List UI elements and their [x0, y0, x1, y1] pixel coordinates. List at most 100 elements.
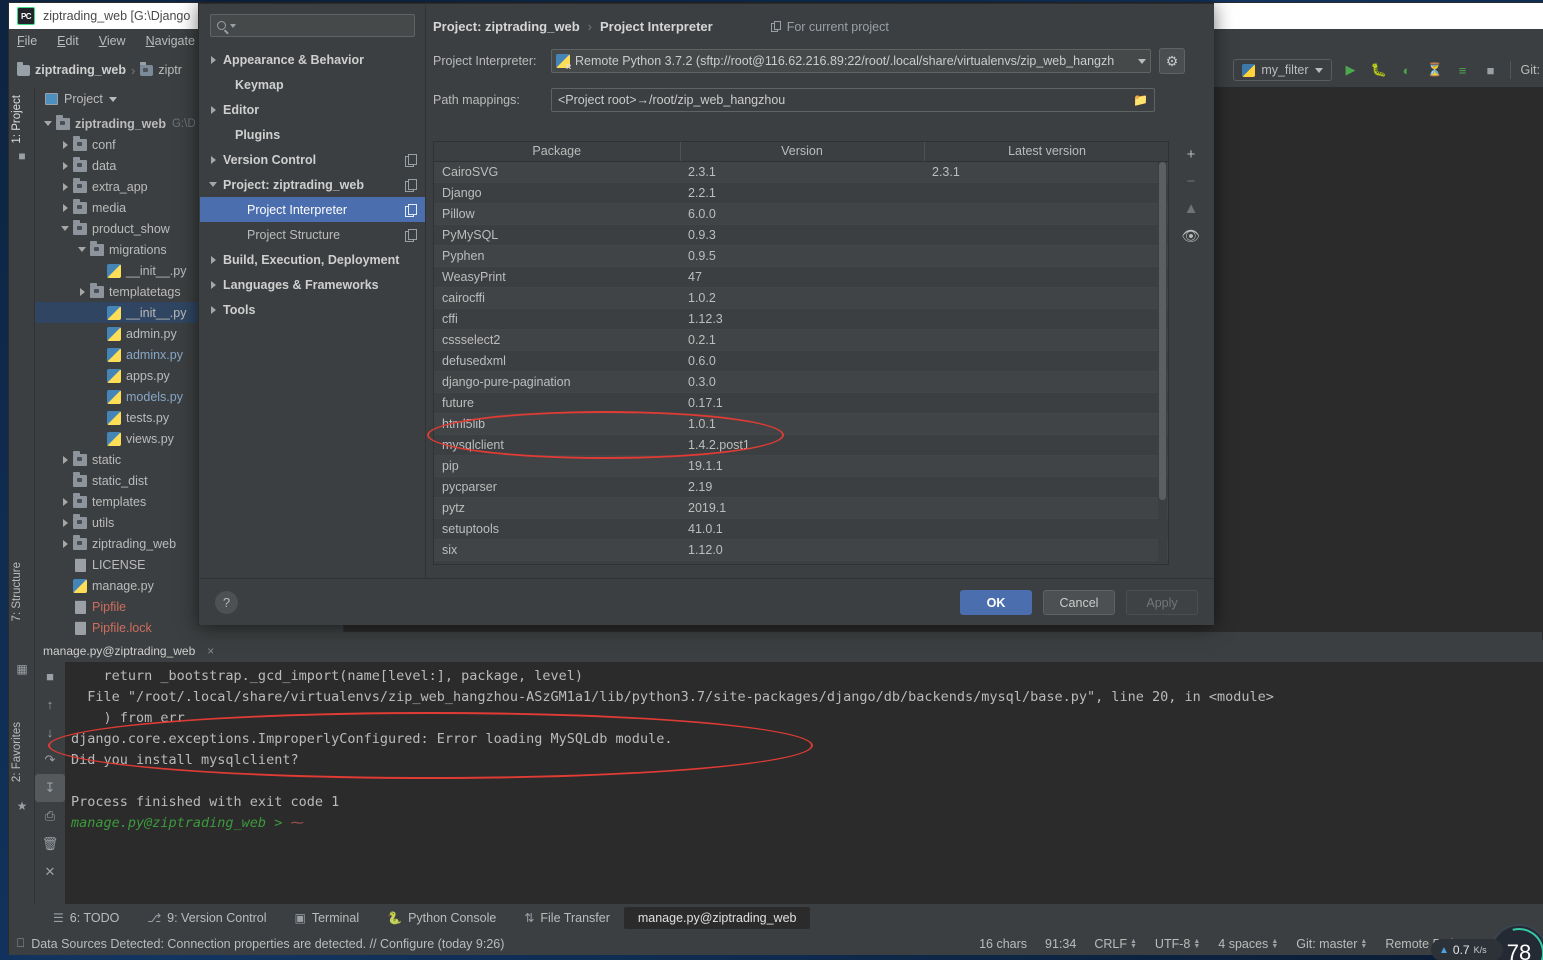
table-row[interactable]: cssselect2 0.2.1 — [434, 329, 1168, 351]
remove-package-button[interactable]: − — [1176, 168, 1206, 195]
chevron-right-icon[interactable] — [60, 181, 71, 192]
table-row[interactable]: WeasyPrint 47 — [434, 266, 1168, 288]
column-header-latest-version[interactable]: Latest version — [924, 142, 1168, 162]
column-header-package[interactable]: Package — [434, 142, 681, 162]
table-row[interactable]: pip 19.1.1 — [434, 455, 1168, 477]
cancel-button[interactable]: Cancel — [1043, 590, 1115, 615]
table-row[interactable]: cffi 1.12.3 — [434, 308, 1168, 330]
chevron-right-icon[interactable] — [60, 202, 71, 213]
close-icon[interactable]: × — [207, 644, 214, 658]
coverage-icon[interactable]: ◐ — [1398, 61, 1416, 79]
tool-tab-project[interactable]: 1: Project — [11, 95, 23, 144]
upgrade-package-button[interactable]: ▲ — [1176, 195, 1206, 222]
bottom-tab-manage-py-ziptrading-web[interactable]: manage.py@ziptrading_web — [623, 907, 811, 929]
breadcrumb-item-sub[interactable]: ziptr — [158, 63, 182, 77]
apply-button[interactable]: Apply — [1126, 590, 1198, 615]
run-with-console-icon[interactable]: ≡ — [1454, 61, 1472, 79]
profile-icon[interactable]: ⏳ — [1426, 61, 1444, 79]
table-row[interactable]: six 1.12.0 — [434, 539, 1168, 561]
status-encoding[interactable]: UTF-8 ▲ ▼ — [1155, 937, 1200, 951]
table-row[interactable]: pytz 2019.1 — [434, 497, 1168, 519]
settings-tree[interactable]: Appearance & Behavior Keymap Editor Plugins… — [200, 47, 425, 322]
table-row[interactable]: setuptools 41.0.1 — [434, 518, 1168, 540]
chevron-down-icon[interactable] — [1138, 58, 1146, 64]
table-row[interactable]: Django 2.2.1 — [434, 182, 1168, 204]
table-row[interactable]: django-pure-pagination 0.3.0 — [434, 371, 1168, 393]
settings-tree-item[interactable]: Appearance & Behavior — [200, 47, 425, 72]
table-scrollbar[interactable] — [1158, 162, 1167, 564]
run-console-output[interactable]: return _bootstrap._gcd_import(name[level… — [65, 662, 1543, 904]
status-indent[interactable]: 4 spaces ▲ ▼ — [1218, 937, 1278, 951]
trash-icon[interactable]: 🗑 — [35, 830, 65, 858]
console-prompt-line[interactable]: manage.py@ziptrading_web > ⁓ — [71, 813, 1543, 834]
add-package-button[interactable]: + — [1176, 141, 1206, 168]
chevron-right-icon[interactable] — [208, 104, 219, 115]
scrollbar-thumb[interactable] — [1159, 162, 1166, 500]
table-row[interactable]: defusedxml 0.6.0 — [434, 350, 1168, 372]
settings-tree-item[interactable]: Keymap — [200, 72, 425, 97]
table-row[interactable]: cairocffi 1.0.2 — [434, 287, 1168, 309]
package-table[interactable]: Package Version Latest version CairoSVG 2… — [433, 141, 1169, 565]
chevron-right-icon[interactable] — [60, 496, 71, 507]
menu-view[interactable]: View — [99, 34, 126, 48]
up-arrow-icon[interactable]: ↑ — [35, 690, 65, 718]
settings-tree-item[interactable]: Version Control — [200, 147, 425, 172]
tool-tab-structure[interactable]: 7: Structure — [11, 562, 23, 621]
stop-icon[interactable]: ■ — [1482, 61, 1500, 79]
status-message[interactable]: Data Sources Detected: Connection proper… — [31, 937, 504, 951]
column-header-version[interactable]: Version — [680, 142, 925, 162]
settings-tree-item[interactable]: Project: ziptrading_web — [200, 172, 425, 197]
settings-tree-item[interactable]: Editor — [200, 97, 425, 122]
chevron-right-icon[interactable] — [60, 160, 71, 171]
favorites-star-icon[interactable]: ★ — [14, 799, 30, 815]
chevron-right-icon[interactable] — [77, 286, 88, 297]
menu-file[interactable]: FFileile — [17, 34, 37, 48]
table-row[interactable]: CairoSVG 2.3.1 2.3.1 — [434, 161, 1168, 183]
run-icon[interactable]: ▶ — [1342, 61, 1360, 79]
chevron-right-icon[interactable] — [208, 254, 219, 265]
table-row[interactable]: Pyphen 0.9.5 — [434, 245, 1168, 267]
settings-tree-item[interactable]: Project Interpreter — [200, 197, 425, 222]
network-speed-widget[interactable]: ▲ 0.7 K/s — [1431, 939, 1503, 960]
table-row[interactable]: Pillow 6.0.0 — [434, 203, 1168, 225]
chevron-down-icon[interactable] — [77, 244, 88, 255]
table-row[interactable]: future 0.17.1 — [434, 392, 1168, 414]
menu-edit[interactable]: Edit — [57, 34, 79, 48]
settings-tree-item[interactable]: Plugins — [200, 122, 425, 147]
run-configuration-selector[interactable]: my_filter — [1233, 59, 1332, 81]
bottom-tab-terminal[interactable]: ▣ Terminal — [281, 907, 374, 929]
table-row[interactable]: webencodings0.3.0 — [434, 560, 1168, 564]
bottom-tab-6-todo[interactable]: ☰ 6: TODO — [39, 907, 133, 929]
bottom-tab-9-version-control[interactable]: ⎇ 9: Version Control — [133, 907, 280, 929]
print-icon[interactable]: ⎙ — [35, 802, 65, 830]
close-icon[interactable]: ✕ — [35, 858, 65, 886]
chevron-right-icon[interactable] — [208, 54, 219, 65]
bottom-tab-file-transfer[interactable]: ⇅ File Transfer — [510, 907, 624, 929]
chevron-right-icon[interactable] — [208, 304, 219, 315]
chevron-right-icon[interactable] — [60, 454, 71, 465]
soft-wrap-icon[interactable]: ↷ — [35, 746, 65, 774]
help-button[interactable]: ? — [215, 591, 238, 614]
chevron-right-icon[interactable] — [208, 279, 219, 290]
project-files-icon[interactable]: ■ — [14, 149, 30, 165]
chevron-down-icon[interactable] — [43, 118, 54, 129]
status-caret-position[interactable]: 91:34 — [1045, 937, 1076, 951]
chevron-down-icon[interactable] — [60, 223, 71, 234]
chevron-right-icon[interactable] — [60, 538, 71, 549]
gear-icon[interactable]: ⚙ — [1159, 48, 1185, 74]
table-row[interactable]: PyMySQL 0.9.3 — [434, 224, 1168, 246]
chevron-right-icon[interactable] — [208, 154, 219, 165]
path-mappings-field[interactable]: <Project root>→/root/zip_web_hangzhou 📁 — [551, 88, 1155, 112]
bottom-tab-python-console[interactable]: 🐍 Python Console — [373, 907, 510, 929]
chevron-right-icon[interactable] — [60, 517, 71, 528]
chevron-right-icon[interactable] — [60, 139, 71, 150]
show-early-releases-button[interactable]: 👁 — [1176, 222, 1206, 249]
settings-tree-item[interactable]: Languages & Frameworks — [200, 272, 425, 297]
settings-tree-item[interactable]: Tools — [200, 297, 425, 322]
status-line-separator[interactable]: CRLF ▲ ▼ — [1094, 937, 1137, 951]
debug-icon[interactable]: 🐛 — [1370, 61, 1388, 79]
tool-tab-favorites[interactable]: 2: Favorites — [11, 722, 23, 782]
status-git-branch[interactable]: Git: master ▲ ▼ — [1296, 937, 1367, 951]
structure-icon[interactable]: ▦ — [14, 662, 30, 678]
table-row[interactable]: pycparser 2.19 — [434, 476, 1168, 498]
